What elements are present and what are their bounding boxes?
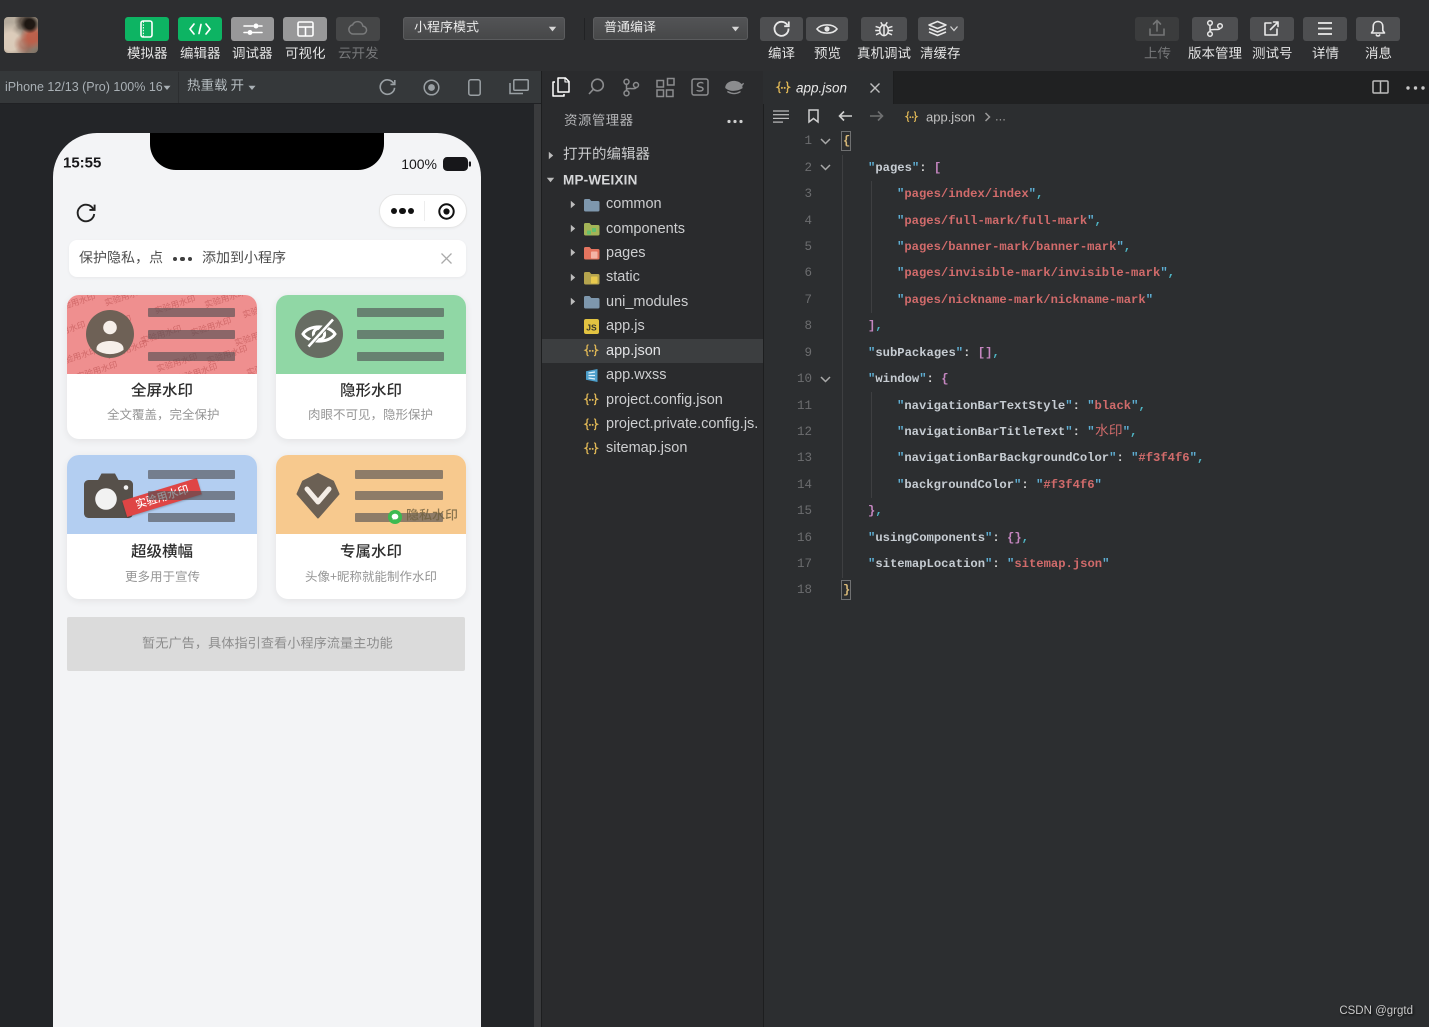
svg-text:JS: JS bbox=[586, 322, 597, 332]
